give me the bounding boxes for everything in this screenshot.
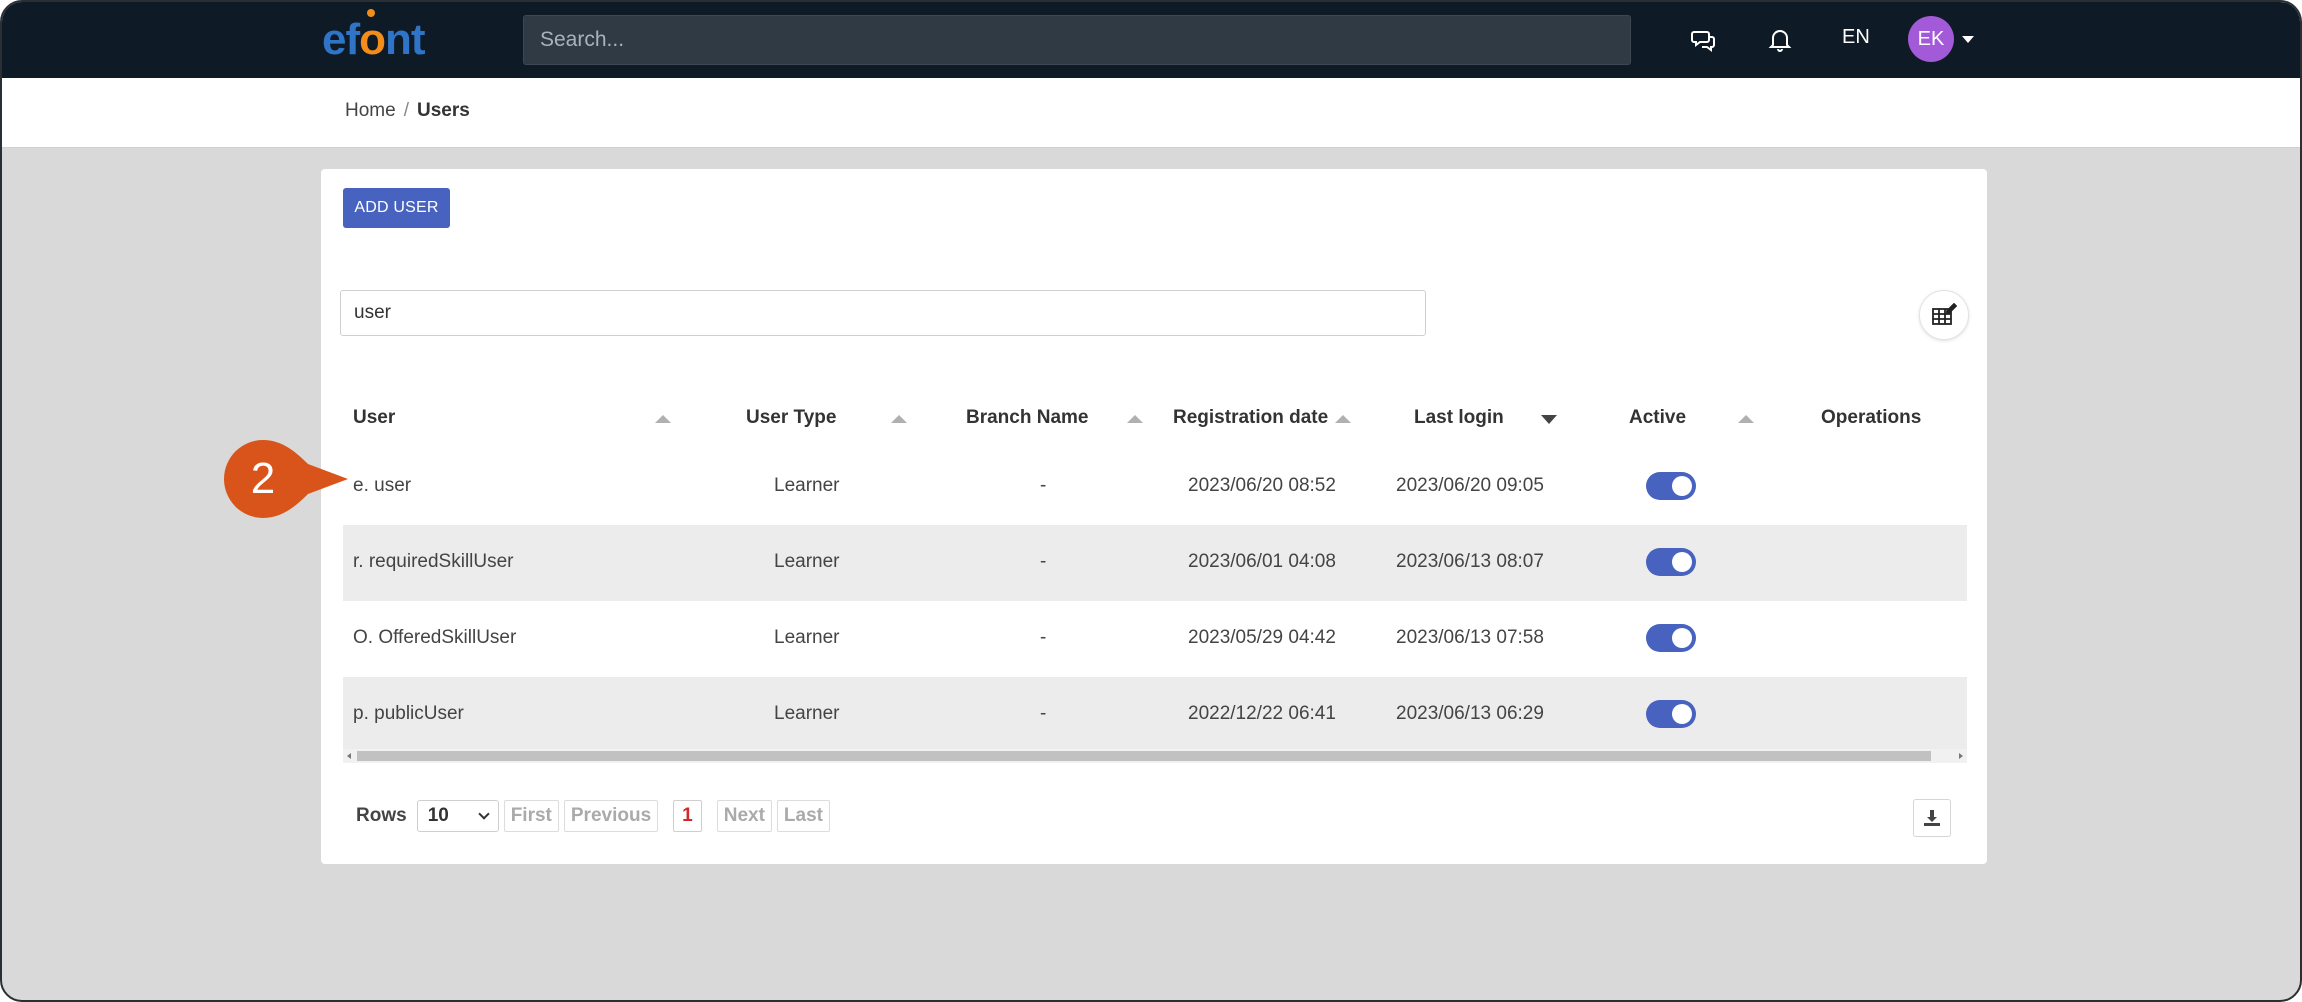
sort-asc-icon[interactable] — [1127, 415, 1143, 423]
step-callout: 2 — [224, 440, 348, 518]
bell-icon[interactable] — [1764, 24, 1796, 56]
cell-user-type: Learner — [774, 703, 840, 724]
active-toggle[interactable] — [1646, 700, 1696, 728]
next-page-button[interactable]: Next — [716, 800, 772, 832]
table-row[interactable]: p. publicUser Learner - 2022/12/22 06:41… — [343, 677, 1967, 753]
sort-asc-icon[interactable] — [1335, 415, 1351, 423]
rows-label: Rows — [356, 805, 407, 826]
scroll-left-icon[interactable] — [347, 753, 351, 759]
chat-icon[interactable] — [1688, 24, 1720, 56]
cell-user[interactable]: r. requiredSkillUser — [353, 551, 514, 573]
table-filter-input[interactable] — [341, 291, 1425, 335]
cell-registration-date: 2023/06/01 04:08 — [1188, 551, 1336, 572]
users-table: User User Type Branch Name Registration … — [343, 389, 1967, 753]
callout-number: 2 — [250, 454, 276, 503]
sort-asc-icon[interactable] — [1738, 415, 1754, 423]
export-button[interactable] — [1913, 799, 1951, 837]
logo-text-left: ef — [322, 15, 360, 64]
cell-registration-date: 2022/12/22 06:41 — [1188, 703, 1336, 724]
horizontal-scrollbar[interactable] — [343, 749, 1967, 763]
cell-registration-date: 2023/05/29 04:42 — [1188, 627, 1336, 648]
efront-logo[interactable]: ef o nt — [322, 9, 426, 64]
table-edit-icon — [1932, 303, 1957, 325]
pagination: Rows 10 First Previous 1 Next Last — [356, 799, 835, 833]
cell-branch-name: - — [1040, 703, 1047, 724]
logo-text-right: nt — [385, 15, 426, 64]
table-row[interactable]: r. requiredSkillUser Learner - 2023/06/0… — [343, 525, 1967, 601]
cell-registration-date: 2023/06/20 08:52 — [1188, 475, 1336, 496]
column-header-user-type[interactable]: User Type — [746, 407, 836, 429]
previous-page-button[interactable]: Previous — [563, 800, 659, 832]
cell-user[interactable]: e. user — [353, 475, 411, 497]
sort-asc-icon[interactable] — [891, 415, 907, 423]
scrollbar-thumb[interactable] — [357, 751, 1931, 761]
table-header: User User Type Branch Name Registration … — [343, 389, 1967, 449]
first-page-button[interactable]: First — [503, 800, 559, 832]
cell-user[interactable]: p. publicUser — [353, 703, 464, 725]
active-toggle[interactable] — [1646, 472, 1696, 500]
cell-branch-name: - — [1040, 551, 1047, 572]
global-search[interactable] — [523, 15, 1631, 65]
table-row[interactable]: O. OfferedSkillUser Learner - 2023/05/29… — [343, 601, 1967, 677]
column-header-branch-name[interactable]: Branch Name — [966, 407, 1089, 429]
cell-branch-name: - — [1040, 475, 1047, 496]
cell-user[interactable]: O. OfferedSkillUser — [353, 627, 516, 649]
breadcrumb-current: Users — [416, 100, 470, 121]
cell-user-type: Learner — [774, 551, 840, 572]
column-header-last-login[interactable]: Last login — [1414, 407, 1504, 429]
rows-per-page-value: 10 — [427, 805, 449, 826]
active-toggle[interactable] — [1646, 624, 1696, 652]
cell-user-type: Learner — [774, 627, 840, 648]
scroll-right-icon[interactable] — [1959, 753, 1963, 759]
sort-desc-icon[interactable] — [1541, 415, 1557, 424]
cell-branch-name: - — [1040, 627, 1047, 648]
cell-user-type: Learner — [774, 475, 840, 496]
table-row[interactable]: e. user Learner - 2023/06/20 08:52 2023/… — [343, 449, 1967, 525]
column-settings-button[interactable] — [1919, 290, 1969, 340]
breadcrumb: Home / Users — [345, 100, 470, 122]
users-card: ADD USER User User Type Branch Name — [321, 169, 1987, 864]
add-user-button[interactable]: ADD USER — [343, 188, 450, 228]
table-filter[interactable] — [340, 290, 1426, 336]
logo-text-o: o — [359, 9, 386, 64]
column-header-operations: Operations — [1821, 407, 1922, 428]
language-selector[interactable]: EN — [1842, 26, 1870, 49]
top-navbar: efont EN EK — [2, 2, 2300, 78]
download-icon — [1924, 810, 1940, 826]
sort-asc-icon[interactable] — [655, 415, 671, 423]
breadcrumb-bar: Home / Users — [2, 78, 2300, 148]
cell-last-login: 2023/06/20 09:05 — [1396, 475, 1544, 496]
cell-last-login: 2023/06/13 08:07 — [1396, 551, 1544, 572]
global-search-input[interactable] — [524, 16, 1630, 64]
active-toggle[interactable] — [1646, 548, 1696, 576]
cell-last-login: 2023/06/13 06:29 — [1396, 703, 1544, 724]
column-header-user[interactable]: User — [353, 407, 395, 429]
caret-down-icon[interactable] — [1962, 36, 1974, 43]
breadcrumb-separator: / — [403, 100, 409, 121]
rows-per-page-select[interactable]: 10 — [416, 800, 499, 832]
chevron-down-icon — [478, 808, 490, 820]
column-header-registration-date[interactable]: Registration date — [1173, 407, 1328, 429]
avatar[interactable]: EK — [1908, 16, 1954, 62]
page-1-button[interactable]: 1 — [673, 800, 702, 832]
cell-last-login: 2023/06/13 07:58 — [1396, 627, 1544, 648]
last-page-button[interactable]: Last — [776, 800, 830, 832]
column-header-active[interactable]: Active — [1629, 407, 1686, 429]
app-window: efont EN EK Home / Users ADD — [0, 0, 2302, 1002]
breadcrumb-home[interactable]: Home — [345, 100, 396, 122]
